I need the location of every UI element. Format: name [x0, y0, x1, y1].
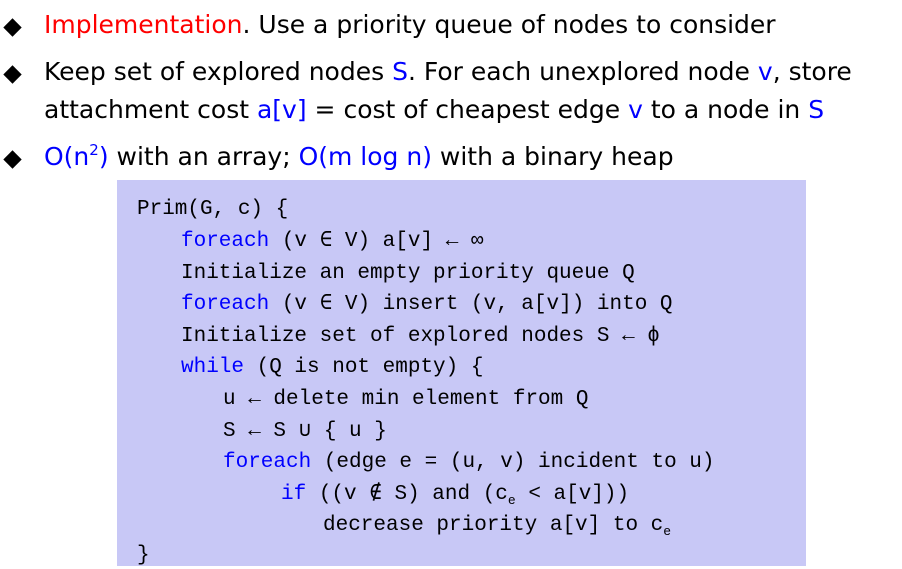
term-a-v: a[v] [256, 95, 307, 124]
code-line-8: S ← S ∪ { u } [223, 419, 387, 445]
code-line-7: u ← delete min element from Q [223, 387, 588, 413]
text-segment: to a node in [642, 95, 809, 124]
keyword: foreach [181, 230, 270, 253]
code-text: ((v ∉ S) and (c [306, 483, 508, 506]
code-text: (v ∈ V) a[v] ← ∞ [269, 230, 484, 253]
subscript: e [663, 524, 672, 540]
bullet-text: Keep set of explored nodes S. For each u… [44, 53, 852, 91]
term-v: v [757, 57, 773, 86]
pseudocode-box: Prim(G, c) { foreach (v ∈ V) a[v] ← ∞ In… [117, 180, 806, 569]
term-o-n-squared: O(n2) [44, 142, 109, 171]
code-line-9: foreach (edge e = (u, v) incident to u) [223, 450, 714, 476]
text-segment: , store [772, 57, 852, 86]
subscript: e [507, 493, 516, 509]
text-segment: attachment cost [44, 95, 257, 124]
code-line-4: foreach (v ∈ V) insert (v, a[v]) into Q [181, 292, 673, 318]
bullet-text: attachment cost a[v] = cost of cheapest … [44, 91, 824, 129]
code-text: Initialize set of explored nodes S ← ϕ [181, 325, 660, 348]
keyword: foreach [223, 451, 312, 474]
bullet-text: Implementation. Use a priority queue of … [44, 6, 776, 44]
text-segment: ) [98, 142, 109, 171]
term-o-m-log-n: O(m log n) [298, 142, 432, 171]
diamond-bullet-icon [3, 18, 22, 37]
code-text: < a[v])) [515, 483, 630, 506]
code-line-10: if ((v ∉ S) and (ce < a[v])) [281, 482, 629, 508]
text-segment: . For each unexplored node [407, 57, 758, 86]
text-segment: O(n [44, 142, 90, 171]
code-line-11: decrease priority a[v] to ce [323, 513, 671, 539]
code-text: decrease priority a[v] to c [323, 514, 664, 537]
term-S: S [808, 95, 825, 124]
term-implementation: Implementation [44, 10, 243, 39]
text-segment: with a binary heap [431, 142, 674, 171]
text-segment: with an array; [108, 142, 299, 171]
term-S: S [392, 57, 408, 86]
code-text: u ← delete min element from Q [223, 388, 589, 411]
code-text: Prim(G, c) { [137, 198, 289, 221]
code-text: } [137, 544, 150, 567]
text-segment: = cost of cheapest edge [306, 95, 629, 124]
code-line-2: foreach (v ∈ V) a[v] ← ∞ [181, 229, 484, 255]
keyword: foreach [181, 293, 270, 316]
diamond-bullet-icon [3, 65, 22, 84]
code-text: (Q is not empty) { [244, 356, 484, 379]
bullet-text-rest: . Use a priority queue of nodes to consi… [242, 10, 776, 39]
bullet-text: O(n2) with an array; O(m log n) with a b… [44, 138, 674, 176]
code-line-6: while (Q is not empty) { [181, 355, 483, 381]
keyword: while [181, 356, 245, 379]
code-text: (edge e = (u, v) incident to u) [311, 451, 715, 474]
code-line-12: } [137, 543, 150, 569]
diamond-bullet-icon [3, 150, 22, 169]
code-text: (v ∈ V) insert (v, a[v]) into Q [269, 293, 673, 316]
code-line-1: Prim(G, c) { [137, 197, 288, 223]
code-line-5: Initialize set of explored nodes S ← ϕ [181, 324, 660, 350]
text-segment: Keep set of explored nodes [44, 57, 393, 86]
term-v: v [628, 95, 643, 124]
code-text: Initialize an empty priority queue Q [181, 262, 635, 285]
superscript: 2 [89, 140, 99, 159]
code-line-3: Initialize an empty priority queue Q [181, 261, 635, 287]
keyword: if [281, 483, 307, 506]
code-text: S ← S ∪ { u } [223, 420, 387, 443]
